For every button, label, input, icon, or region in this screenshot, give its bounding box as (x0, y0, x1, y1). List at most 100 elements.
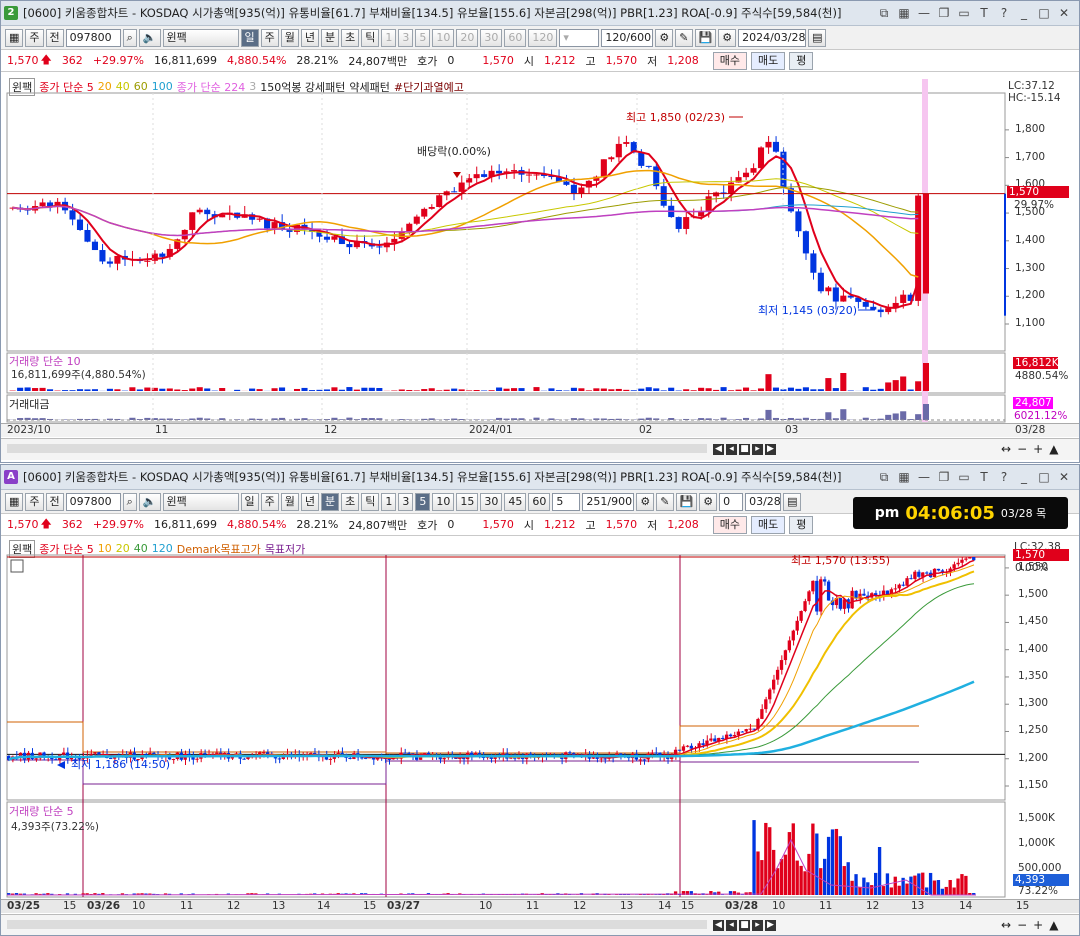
period-day[interactable]: 일 (240, 28, 259, 47)
period-tick[interactable]: 틱 (361, 492, 380, 511)
sell-button[interactable]: 매도 (750, 51, 786, 70)
expand-icon[interactable]: ↔ (1001, 442, 1011, 456)
scroll-right-icon[interactable]: ▶ (765, 444, 776, 455)
maximize-icon[interactable]: □ (1037, 6, 1051, 21)
period-month[interactable]: 월 (280, 492, 299, 511)
stock-code-input[interactable]: 097800 (65, 492, 121, 511)
minute-30[interactable]: 30 (480, 28, 503, 47)
restore-icon[interactable]: ❐ (937, 6, 951, 21)
eval-button[interactable]: 평 (789, 51, 814, 70)
minimize2-icon[interactable]: _ (1017, 470, 1031, 485)
minute-custom-select[interactable]: 5 (552, 492, 581, 511)
layout-icon[interactable]: ⧉ (877, 6, 891, 21)
save-icon[interactable]: 💾 (694, 28, 717, 47)
settings-icon[interactable]: ⚙ (699, 492, 718, 511)
settings-icon[interactable]: ⚙ (718, 28, 737, 47)
daily-price-chart[interactable]: 최고 1,850 (02/23) 최저 1,145 (03/20) 배당락(0.00… (1, 78, 1079, 448)
minimize2-icon[interactable]: _ (1017, 6, 1031, 21)
close-icon[interactable]: ✕ (1057, 470, 1071, 485)
scroll-area[interactable]: ◀ ◂ ■ ▸ ▶ ↔ − + ▲ (1, 914, 1079, 935)
buy-button[interactable]: 매수 (712, 51, 747, 70)
minute-price-chart[interactable]: 최고 1,570 (13:55) 최저 1,186 (14:50) (1, 540, 1079, 900)
minimize-icon[interactable]: — (917, 6, 931, 21)
date-field[interactable]: 2024/03/28 (738, 28, 807, 47)
layout-icon[interactable]: ⧉ (877, 470, 891, 485)
forward-icon[interactable]: ▸ (752, 920, 763, 931)
draw-icon[interactable]: ✎ (675, 28, 693, 47)
speaker-icon[interactable]: 🔈 (138, 28, 161, 47)
zoom-in-icon[interactable]: + (1033, 918, 1043, 932)
draw-icon[interactable]: ✎ (656, 492, 674, 511)
fit-icon[interactable]: ▲ (1049, 442, 1058, 456)
data-count-field[interactable]: 251/900 (582, 492, 635, 511)
rewind-icon[interactable]: ◂ (726, 444, 737, 455)
toolbar-grid-icon[interactable]: ▦ (5, 28, 24, 47)
help-icon[interactable]: ? (997, 6, 1011, 21)
minute-3[interactable]: 3 (398, 28, 414, 47)
period-second[interactable]: 초 (341, 492, 360, 511)
stop-icon[interactable]: ■ (739, 920, 750, 931)
period-year[interactable]: 년 (300, 492, 320, 511)
window-title-bar[interactable]: A [0600] 키움종합차트 - KOSDAQ 시가총액[935(억)] 유통… (1, 465, 1079, 490)
help-icon[interactable]: ? (997, 470, 1011, 485)
minute-10[interactable]: 10 (432, 492, 455, 511)
font-icon[interactable]: T (977, 470, 991, 485)
minute-5[interactable]: 5 (415, 28, 431, 47)
period-year[interactable]: 년 (300, 28, 320, 47)
grid-icon[interactable]: ▦ (897, 470, 911, 485)
indicator-icon[interactable]: ⚙ (655, 28, 674, 47)
maximize-icon[interactable]: □ (1037, 470, 1051, 485)
speaker-icon[interactable]: 🔈 (138, 492, 161, 511)
save-icon[interactable]: 💾 (675, 492, 698, 511)
minimize-icon[interactable]: — (917, 470, 931, 485)
horizontal-scrollbar[interactable] (7, 920, 707, 929)
minute-1[interactable]: 1 (381, 28, 397, 47)
checkbox-field[interactable]: 0 (719, 492, 744, 511)
expand-icon[interactable]: ↔ (1001, 918, 1011, 932)
period-minute[interactable]: 분 (321, 28, 340, 47)
stop-icon[interactable]: ■ (739, 444, 750, 455)
minute-5[interactable]: 5 (415, 492, 431, 511)
stock-name-field[interactable]: 윈팩 (162, 492, 239, 511)
market-type-select[interactable]: 주 (25, 28, 44, 47)
indicator-icon[interactable]: ⚙ (636, 492, 655, 511)
scroll-right-icon[interactable]: ▶ (765, 920, 776, 931)
stock-code-input[interactable]: 097800 (65, 28, 121, 47)
minute-120[interactable]: 120 (528, 28, 558, 47)
period-tick[interactable]: 틱 (361, 28, 380, 47)
minute-60[interactable]: 60 (528, 492, 551, 511)
minute-45[interactable]: 45 (504, 492, 527, 511)
zoom-out-icon[interactable]: − (1017, 442, 1027, 456)
minute-custom-select[interactable]: ▾ (559, 28, 600, 47)
period-week[interactable]: 주 (260, 28, 279, 47)
tile-icon[interactable]: ▭ (957, 470, 971, 485)
scroll-left-icon[interactable]: ◀ (713, 444, 724, 455)
close-icon[interactable]: ✕ (1057, 6, 1071, 21)
data-count-field[interactable]: 120/600 (601, 28, 654, 47)
horizontal-scrollbar[interactable] (7, 444, 707, 453)
market-all-select[interactable]: 전 (45, 492, 64, 511)
toolbar-grid-icon[interactable]: ▦ (5, 492, 24, 511)
fit-icon[interactable]: ▲ (1049, 918, 1058, 932)
minute-60[interactable]: 60 (504, 28, 527, 47)
search-icon[interactable]: ⌕ (122, 492, 137, 511)
market-all-select[interactable]: 전 (45, 28, 64, 47)
period-day[interactable]: 일 (240, 492, 259, 511)
period-second[interactable]: 초 (341, 28, 360, 47)
forward-icon[interactable]: ▸ (752, 444, 763, 455)
rewind-icon[interactable]: ◂ (726, 920, 737, 931)
font-icon[interactable]: T (977, 6, 991, 21)
minute-20[interactable]: 20 (456, 28, 479, 47)
volume-legend-label[interactable]: 거래량 단순 5 (9, 803, 74, 819)
scroll-left-icon[interactable]: ◀ (713, 920, 724, 931)
calendar-icon[interactable]: ▤ (783, 492, 802, 511)
calendar-icon[interactable]: ▤ (808, 28, 827, 47)
zoom-in-icon[interactable]: + (1033, 442, 1043, 456)
stock-name-field[interactable]: 윈팩 (162, 28, 239, 47)
eval-button[interactable]: 평 (789, 515, 814, 534)
amount-legend-label[interactable]: 거래대금 (9, 396, 49, 412)
minute-3[interactable]: 3 (398, 492, 414, 511)
grid-icon[interactable]: ▦ (897, 6, 911, 21)
zoom-out-icon[interactable]: − (1017, 918, 1027, 932)
date-field[interactable]: 03/28 (745, 492, 782, 511)
